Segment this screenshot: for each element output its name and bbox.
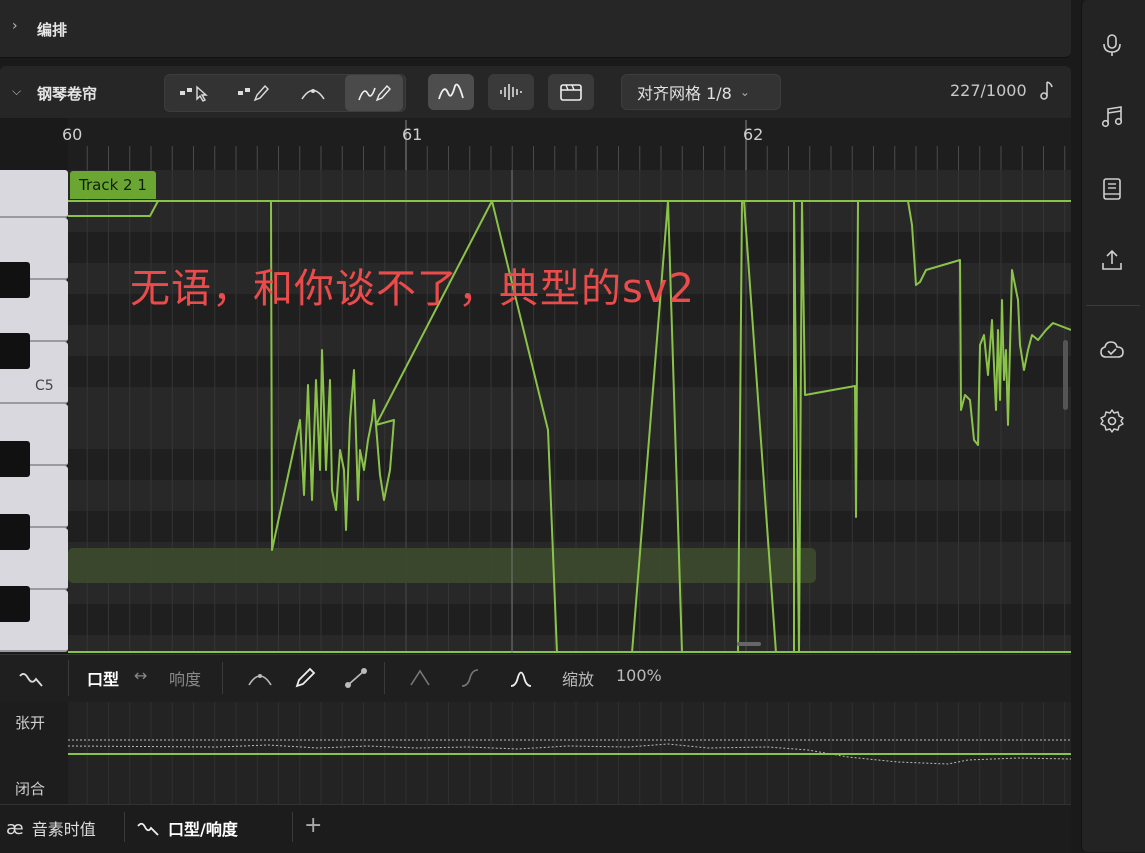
piano-black-key[interactable] [0,441,30,477]
grid-row [68,449,1071,480]
tab-mouth-loudness-label: 口型/响度 [168,820,238,839]
swap-arrows-icon[interactable]: ↔ [134,666,147,685]
parameter-toolbar [0,654,1071,703]
overlay-caption: 无语，和你谈不了，典型的sv2 [130,266,695,312]
draw-note-tool-button[interactable] [225,75,281,111]
line-tool-icon[interactable] [344,667,368,693]
tab-phoneme-duration-label: 音素时值 [31,820,96,839]
pitch-curve-toggle-button[interactable] [428,74,474,110]
piano-roll-title: 钢琴卷帘 [37,85,98,103]
pitch-grid [68,170,1071,653]
note-counter: 227/1000 [950,81,1027,100]
clip-toggle-button[interactable] [548,74,594,110]
grid-row [68,356,1071,387]
waveform-toggle-button[interactable] [488,74,534,110]
draw-pitch-tool-button[interactable] [345,75,403,111]
sidebar-divider [1086,305,1140,306]
grid-row [68,511,1071,542]
key-label-c5: C5 [35,378,54,394]
piano-roll-grid[interactable] [68,170,1071,653]
vertical-scrollbar[interactable] [1063,340,1068,410]
piano-black-key[interactable] [0,262,30,298]
clapperboard-icon [560,84,582,101]
grid-row [68,418,1071,449]
music-notes-icon[interactable] [1097,102,1127,132]
divider [124,812,125,842]
pitch-pencil-icon [358,84,391,102]
waveform-icon [500,84,522,100]
grid-row [68,325,1071,356]
cloud-icon[interactable] [1097,335,1127,365]
snap-grid-label: 对齐网格 1/8 [637,84,732,103]
vibrato-tool-button[interactable] [285,75,341,111]
settings-icon[interactable] [1097,406,1127,436]
piano-roll-header: ⌵ 钢琴卷帘 [0,66,1071,118]
grid-row [68,170,1071,201]
edit-tool-group [164,74,406,112]
chevron-down-icon: ⌄ [739,85,750,99]
arrange-panel-header[interactable]: › 编排 [0,0,1071,58]
divider [292,812,293,842]
tab-mouth-loudness[interactable]: 口型/响度 [136,816,238,840]
curve-wave-icon [137,822,159,836]
bell-curve-icon[interactable] [508,667,534,693]
grid-row [68,480,1071,511]
parameter-lane[interactable] [68,702,1071,804]
chevron-right-icon[interactable]: › [12,18,18,34]
piano-black-key[interactable] [0,333,30,369]
s-curve-icon[interactable] [458,667,482,693]
piano-white-key[interactable] [0,170,68,218]
ae-ligature-icon: æ [6,817,24,839]
zoom-label: 缩放 [562,670,595,689]
arrange-title: 编排 [37,21,68,39]
param-label-close: 闭合 [15,780,46,798]
grid-row [68,635,1071,653]
divider [222,662,223,694]
zoom-value[interactable]: 100% [616,666,662,685]
param-curve-icon[interactable] [18,668,44,694]
bar-label-61: 61 [402,125,423,144]
curve-arch-icon[interactable] [246,667,274,693]
tab-phoneme-duration[interactable]: æ 音素时值 [6,816,96,840]
snap-grid-dropdown[interactable]: 对齐网格 1/8 ⌄ [621,74,781,110]
bar-label-62: 62 [743,125,764,144]
piano-black-key[interactable] [0,514,30,550]
grid-row [68,387,1071,418]
parameter-labels: 张开 闭合 [0,702,68,804]
upload-icon[interactable] [1097,245,1127,275]
param-label-open: 张开 [15,714,46,732]
piano-keyboard[interactable] [0,170,68,653]
horizontal-scroll-handle[interactable] [737,642,761,646]
select-tool-button[interactable] [167,75,223,111]
music-note-icon [1038,80,1054,106]
timeline-ruler[interactable] [68,118,1071,170]
divider [384,662,385,694]
peak-shape-icon[interactable] [408,667,432,693]
pencil-icon[interactable] [294,667,318,693]
note-select-icon [180,85,208,102]
chevron-down-icon[interactable]: ⌵ [12,84,21,99]
microphone-icon[interactable] [1097,30,1127,60]
parameter-curves [68,702,1071,804]
add-tab-button[interactable]: + [304,813,322,838]
note-pencil-icon [238,84,269,102]
note-block[interactable] [68,548,816,583]
bar-label-60: 60 [62,125,83,144]
pitch-wave-icon [438,83,464,100]
book-icon[interactable] [1097,174,1127,204]
param-mode-loudness[interactable]: 响度 [169,666,201,690]
divider [68,660,69,696]
grid-row [68,201,1071,232]
piano-black-key[interactable] [0,586,30,622]
grid-row [68,604,1071,635]
param-mode-mouth[interactable]: 口型 [87,666,119,690]
track-tag[interactable]: Track 2 1 [70,171,156,199]
ruler-ticks [86,120,1066,170]
curve-arch-icon [301,89,325,100]
